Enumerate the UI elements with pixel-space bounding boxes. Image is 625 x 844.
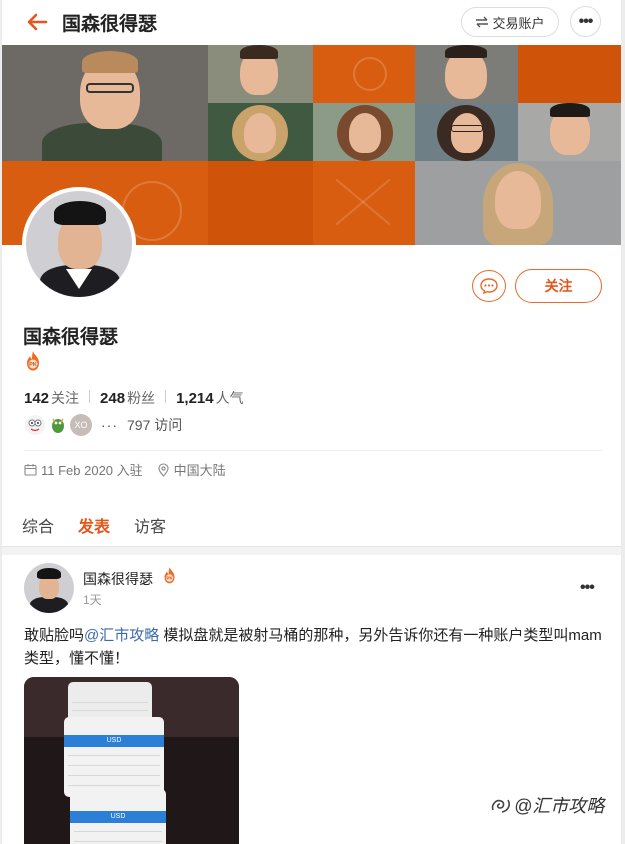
banner-photo-woman-brunette <box>313 103 415 161</box>
phone-header: USD <box>70 811 166 823</box>
pk-badge-icon: PK <box>27 351 39 371</box>
tab-visitors[interactable]: 访客 <box>134 513 166 549</box>
stat-followers-label: 粉丝 <box>127 390 156 406</box>
post-image[interactable]: USD USD <box>24 677 239 844</box>
banner-tile-orange <box>518 45 621 103</box>
dragon-avatar-icon <box>48 415 68 435</box>
visitor-avatar <box>24 414 46 436</box>
more-dots-icon: ••• <box>578 12 594 30</box>
stat-following-label: 关注 <box>51 390 80 406</box>
more-options-button[interactable]: ••• <box>570 6 601 37</box>
profile-avatar[interactable] <box>22 187 136 301</box>
post-mention-link[interactable]: @汇市攻略 <box>84 627 159 644</box>
swap-icon <box>476 16 489 28</box>
location-pin-icon <box>158 462 169 477</box>
profile-name: 国森很得瑟 <box>23 327 119 348</box>
phone-screenshot: USD <box>70 789 166 844</box>
stat-popularity-label: 人气 <box>215 390 244 406</box>
post-more-button[interactable]: ••• <box>580 579 595 597</box>
banner-photo-woman-blonde <box>208 103 313 161</box>
trade-account-button[interactable]: 交易账户 <box>461 7 559 37</box>
profile-stats: 142 关注 248 粉丝 1,214 人气 <box>24 388 244 408</box>
post-author-avatar[interactable] <box>24 563 74 613</box>
visitor-avatar-xo: XO <box>70 414 92 436</box>
banner-tile-orange <box>208 161 313 245</box>
chat-bubble-icon <box>480 278 498 294</box>
watermark: @汇市攻略 <box>490 792 604 818</box>
visitors-ellipsis: ··· <box>101 417 118 433</box>
stat-following-count: 142 <box>24 390 50 407</box>
post-text-start: 敢贴脸吗 <box>24 627 85 644</box>
top-bar: 国森很得瑟 交易账户 ••• <box>2 0 621 44</box>
banner-tile-orange <box>313 161 415 245</box>
visitor-avatar <box>47 414 69 436</box>
location: 中国大陆 <box>173 463 226 478</box>
pk-badge-text: PK <box>29 362 37 368</box>
phone-screenshot: USD <box>64 717 164 797</box>
stat-following[interactable]: 142 关注 <box>24 388 79 408</box>
banner-photo-man-glasses <box>2 45 208 161</box>
stat-followers-count: 248 <box>100 390 126 407</box>
post-time: 1天 <box>83 593 102 607</box>
follow-button[interactable]: 关注 <box>515 269 602 303</box>
post-text: 敢贴脸吗@汇市攻略 模拟盘就是被射马桶的那种，另外告诉你还有一种账户类型叫mam… <box>24 624 614 670</box>
banner-tile-orange <box>313 45 415 103</box>
banner-photo-man-beard <box>415 45 518 103</box>
section-gap <box>2 547 621 555</box>
pk-badge-text: PK <box>166 576 173 581</box>
watermark-text: @汇市攻略 <box>514 796 605 816</box>
stat-divider <box>89 390 91 403</box>
tab-posts[interactable]: 发表 <box>78 513 110 549</box>
stat-followers[interactable]: 248 粉丝 <box>100 388 155 408</box>
banner-photo-man-laughing <box>518 103 621 161</box>
watermark-logo-icon <box>491 799 510 813</box>
stat-divider <box>165 390 167 403</box>
trade-account-label: 交易账户 <box>492 15 545 31</box>
divider <box>24 450 602 451</box>
pk-badge-icon: PK <box>164 567 175 584</box>
message-button[interactable] <box>472 270 506 302</box>
visit-count: 797 访问 <box>127 417 183 433</box>
post-author-name[interactable]: 国森很得瑟 <box>83 569 153 589</box>
calendar-icon <box>24 464 37 476</box>
stat-popularity-count: 1,214 <box>176 390 214 407</box>
recent-visitors[interactable]: XO ··· 797 访问 <box>24 414 182 436</box>
back-arrow-icon[interactable] <box>24 10 50 34</box>
join-date: 11 Feb 2020 入驻 <box>41 463 143 478</box>
tab-overview[interactable]: 综合 <box>22 513 54 549</box>
page-title: 国森很得瑟 <box>62 14 158 35</box>
banner-photo-woman-glasses <box>415 103 518 161</box>
profile-meta: 11 Feb 2020 入驻 中国大陆 <box>24 460 226 479</box>
banner-photo-woman-smiling <box>415 161 621 245</box>
phone-header: USD <box>64 735 164 747</box>
banner-photo-man-smile <box>208 45 313 103</box>
profile-page: 国森很得瑟 交易账户 ••• 关注 国森很得瑟 PK 142 关注 248 粉丝… <box>2 0 621 844</box>
stat-popularity: 1,214 人气 <box>176 388 244 408</box>
profile-tabs: 综合 发表 访客 <box>22 513 166 549</box>
cartoon-avatar-icon <box>25 415 45 435</box>
